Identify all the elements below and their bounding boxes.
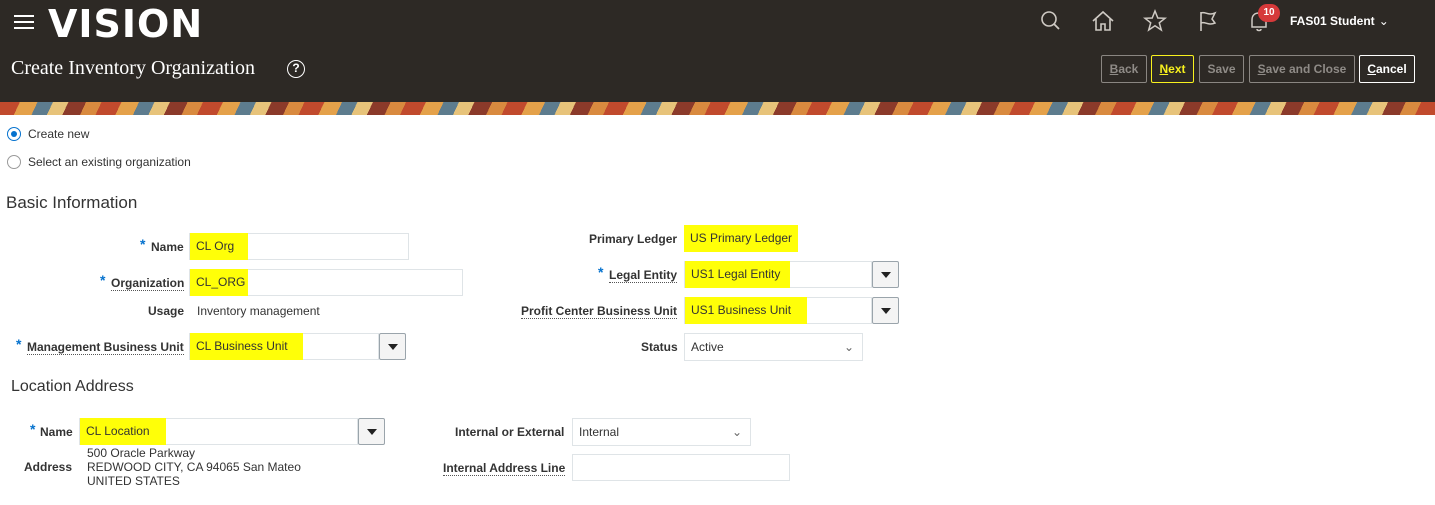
internal-address-line-field[interactable] (572, 454, 790, 481)
basic-information-heading: Basic Information (6, 193, 138, 212)
required-indicator: * (16, 336, 22, 352)
name-label: Name (151, 240, 184, 254)
primary-ledger-label: Primary Ledger (589, 232, 678, 246)
profit-center-business-unit-value: US1 Business Unit (685, 297, 807, 324)
select-existing-radio[interactable] (7, 155, 21, 169)
page-title: Create Inventory Organization (11, 57, 255, 79)
profit-center-business-unit-dropdown-button[interactable] (872, 297, 899, 324)
organization-value: CL_ORG (190, 269, 248, 296)
cancel-button[interactable]: Cancel (1359, 55, 1415, 83)
address-block: 500 Oracle Parkway REDWOOD CITY, CA 9406… (87, 446, 301, 488)
save-button[interactable]: Save (1199, 55, 1244, 83)
next-button[interactable]: Next (1151, 55, 1194, 83)
profit-center-business-unit-label: Profit Center Business Unit (521, 304, 678, 319)
status-select[interactable]: Active ⌄ (684, 333, 863, 361)
back-button[interactable]: Back (1101, 55, 1147, 83)
required-indicator: * (598, 264, 604, 280)
status-label: Status (641, 340, 678, 354)
help-icon[interactable]: ? (287, 60, 305, 78)
address-line-2: REDWOOD CITY, CA 94065 San Mateo (87, 460, 301, 474)
location-name-value: CL Location (80, 418, 166, 445)
menu-icon[interactable] (14, 15, 34, 29)
internal-or-external-label: Internal or External (455, 425, 565, 439)
legal-entity-label: Legal Entity (609, 268, 678, 283)
management-business-unit-label: Management Business Unit (27, 340, 184, 355)
chevron-down-icon: ⌄ (731, 425, 742, 439)
location-address-heading: Location Address (11, 378, 134, 395)
location-name-dropdown-button[interactable] (358, 418, 385, 445)
required-indicator: * (140, 236, 146, 252)
primary-ledger-value: US Primary Ledger (684, 225, 798, 252)
flag-icon[interactable] (1195, 8, 1221, 34)
location-name-label: Name (40, 425, 73, 439)
chevron-down-icon: ⌄ (843, 340, 854, 354)
create-new-label[interactable]: Create new (28, 127, 89, 141)
required-indicator: * (30, 421, 36, 437)
management-business-unit-dropdown-button[interactable] (379, 333, 406, 360)
global-header: VISION 10 FAS01 Student ⌄ Create Inventor… (0, 0, 1435, 102)
management-business-unit-value: CL Business Unit (190, 333, 303, 360)
chevron-down-icon: ⌄ (1378, 14, 1389, 28)
user-menu[interactable]: FAS01 Student ⌄ (1290, 14, 1389, 28)
star-icon[interactable] (1142, 8, 1168, 34)
create-new-radio[interactable] (7, 127, 21, 141)
address-line-3: UNITED STATES (87, 474, 180, 488)
internal-or-external-value: Internal (579, 425, 620, 439)
user-name: FAS01 Student (1290, 14, 1375, 28)
usage-label: Usage (148, 304, 185, 318)
decorative-banner (0, 102, 1435, 115)
internal-address-line-label: Internal Address Line (443, 461, 566, 476)
status-value: Active (691, 340, 724, 354)
legal-entity-dropdown-button[interactable] (872, 261, 899, 288)
required-indicator: * (100, 272, 106, 288)
address-label: Address (24, 460, 73, 474)
home-icon[interactable] (1090, 8, 1116, 34)
address-line-1: 500 Oracle Parkway (87, 446, 196, 460)
search-icon[interactable] (1038, 8, 1064, 34)
notification-count-badge: 10 (1258, 4, 1280, 22)
select-existing-label[interactable]: Select an existing organization (28, 155, 191, 169)
app-logo[interactable]: VISION (48, 2, 203, 46)
internal-or-external-select[interactable]: Internal ⌄ (572, 418, 751, 446)
name-value: CL Org (190, 233, 248, 260)
usage-value: Inventory management (197, 304, 320, 318)
save-and-close-button[interactable]: Save and Close (1249, 55, 1355, 83)
legal-entity-value: US1 Legal Entity (685, 261, 790, 288)
organization-label: Organization (111, 276, 185, 291)
